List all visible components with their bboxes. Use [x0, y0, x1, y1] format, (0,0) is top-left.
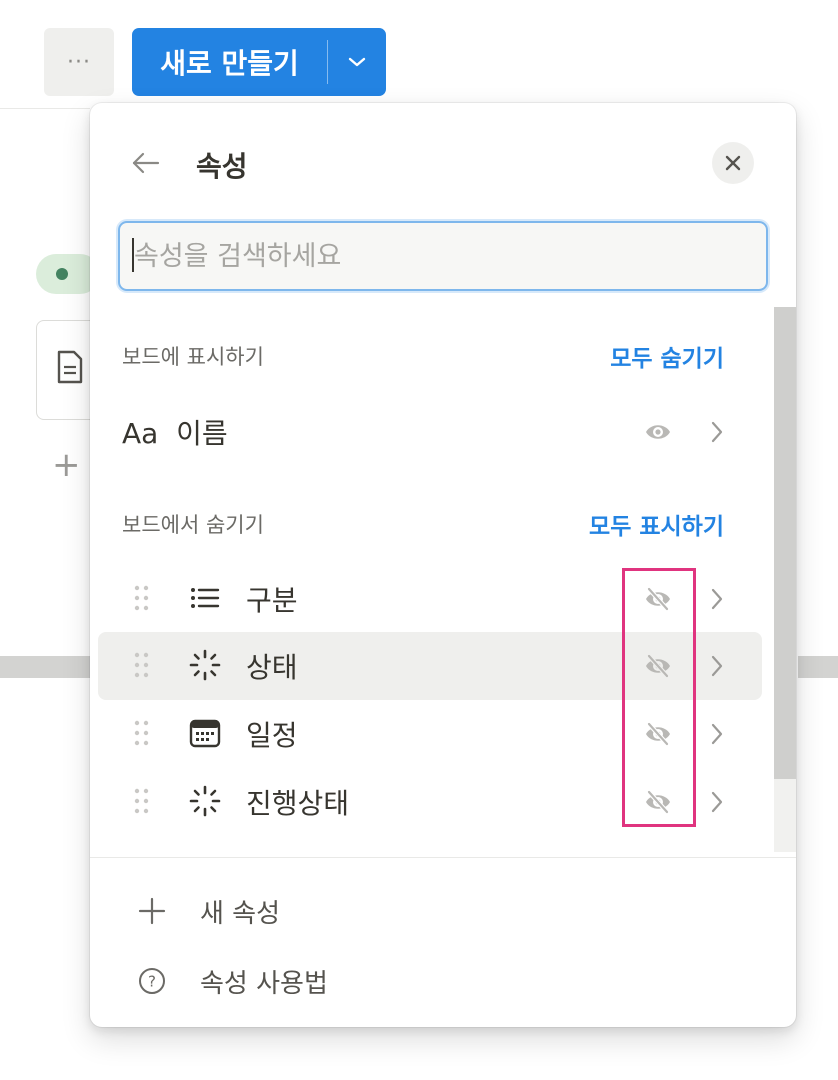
chevron-right-icon[interactable]	[710, 587, 724, 611]
property-help-label: 속성 사용법	[200, 969, 328, 999]
new-button[interactable]: 새로 만들기	[132, 28, 327, 96]
chevron-right-icon[interactable]	[710, 722, 724, 746]
new-button-label: 새로 만들기	[160, 47, 299, 80]
property-row-schedule[interactable]: 일정	[98, 700, 762, 768]
search-field	[118, 221, 768, 291]
drag-handle-icon[interactable]	[134, 652, 150, 678]
property-row-name[interactable]: Aa 이름	[98, 398, 762, 466]
properties-popover: 속성 보드에 표시하기 모두 숨기기 Aa 이름 보드에서 숨기기 모두	[90, 103, 796, 1027]
property-row-status[interactable]: 상태	[98, 632, 762, 700]
popover-header: 속성	[90, 139, 796, 189]
background-band	[0, 656, 90, 678]
footer-divider	[90, 857, 796, 858]
shown-section-label: 보드에 표시하기	[122, 345, 264, 369]
calendar-icon	[189, 719, 221, 748]
chevron-right-icon[interactable]	[710, 654, 724, 678]
eye-hidden-icon[interactable]	[644, 721, 672, 747]
list-icon	[191, 588, 220, 608]
eye-hidden-icon[interactable]	[644, 789, 672, 815]
close-button[interactable]	[712, 142, 754, 184]
status-icon	[189, 785, 221, 817]
text-caret	[132, 238, 134, 272]
scrollbar-thumb[interactable]	[774, 307, 796, 779]
new-button-dropdown[interactable]	[328, 28, 386, 96]
hide-all-button[interactable]: 모두 숨기기	[610, 339, 724, 373]
show-all-button[interactable]: 모두 표시하기	[589, 507, 724, 541]
property-name: 일정	[246, 719, 298, 752]
help-icon: ?	[139, 968, 165, 994]
property-name: 상태	[246, 651, 298, 684]
chevron-right-icon[interactable]	[710, 790, 724, 814]
eye-hidden-icon[interactable]	[644, 586, 672, 612]
background-status-dot	[56, 268, 68, 280]
chevron-down-icon	[348, 57, 366, 67]
chevron-right-icon[interactable]	[710, 420, 724, 444]
text-type-icon: Aa	[122, 417, 159, 450]
hidden-section-label: 보드에서 숨기기	[122, 513, 264, 537]
more-options-button[interactable]: ···	[44, 28, 114, 96]
drag-handle-icon[interactable]	[134, 720, 150, 746]
back-arrow-icon[interactable]	[130, 147, 162, 179]
property-label: Aa 이름	[122, 412, 228, 452]
page-icon	[57, 350, 83, 384]
svg-text:?: ?	[148, 973, 156, 991]
property-name: 구분	[246, 584, 298, 617]
more-options-label: ···	[67, 49, 91, 75]
drag-handle-icon[interactable]	[134, 585, 150, 611]
drag-handle-icon[interactable]	[134, 788, 150, 814]
close-icon	[725, 155, 741, 171]
property-row-category[interactable]: 구분	[98, 565, 762, 633]
property-search-input[interactable]	[120, 223, 766, 289]
eye-hidden-icon[interactable]	[644, 653, 672, 679]
new-button-group: 새로 만들기	[132, 28, 386, 96]
new-property-button[interactable]: 새 속성	[90, 883, 796, 939]
background-add-icon: +	[52, 445, 81, 485]
new-property-label: 새 속성	[200, 899, 281, 929]
toolbar-divider	[0, 108, 90, 109]
status-icon	[189, 649, 221, 681]
property-row-progress[interactable]: 진행상태	[98, 768, 762, 836]
eye-icon[interactable]	[644, 419, 672, 445]
property-help-link[interactable]: ? 속성 사용법	[90, 953, 796, 1009]
plus-icon	[138, 897, 166, 925]
background-band	[798, 656, 838, 678]
property-name: 진행상태	[246, 787, 350, 820]
popover-title: 속성	[196, 150, 248, 183]
property-name: 이름	[176, 417, 228, 450]
